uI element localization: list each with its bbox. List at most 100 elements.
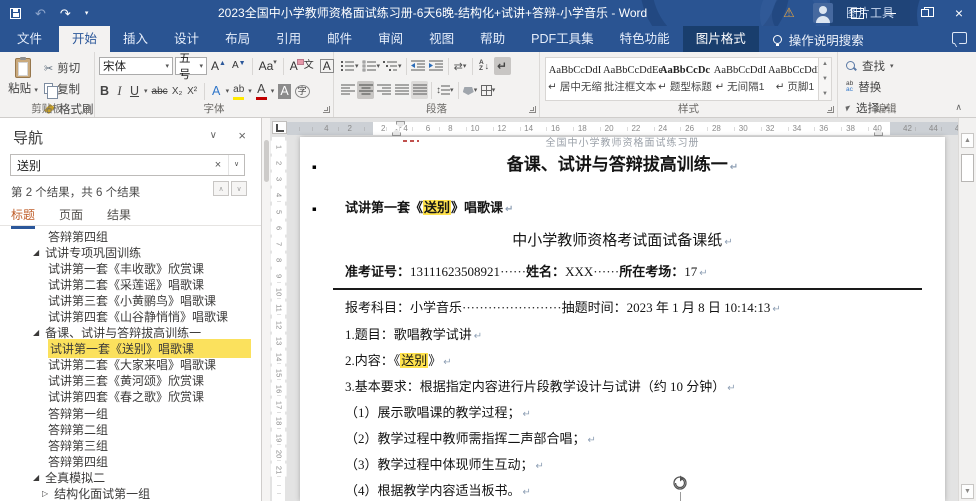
font-name-select[interactable]: 宋体▾ — [99, 57, 173, 75]
ribbon-display-options-button[interactable] — [840, 0, 874, 26]
search-clear-icon[interactable]: × — [208, 159, 228, 171]
style-item[interactable]: AaBbCcDdEe↵ 页脚1 — [768, 60, 822, 98]
nav-item[interactable]: 试讲第四套《山谷静悄悄》唱歌课 — [0, 308, 255, 324]
clear-formatting-button[interactable]: A — [288, 59, 300, 73]
find-dropdown-icon[interactable]: ▾ — [890, 63, 894, 70]
font-color-dropdown-icon[interactable]: ▾ — [271, 88, 275, 95]
rotate-handle-icon[interactable] — [672, 474, 690, 492]
bold-button[interactable]: B — [99, 84, 110, 99]
nav-item[interactable]: 试讲第二套《大家来唱》唱歌课 — [0, 357, 255, 373]
comments-icon[interactable] — [952, 32, 967, 44]
underline-button[interactable]: U — [129, 84, 140, 99]
shading-button[interactable]: ▾ — [462, 81, 479, 99]
tab-2[interactable]: 插入 — [110, 26, 161, 52]
text-effects-dropdown-icon[interactable]: ▾ — [226, 88, 230, 95]
paste-button[interactable]: 粘贴 ▾ — [4, 58, 42, 96]
scroll-up-button[interactable]: ▲ — [961, 133, 974, 148]
bullet-list-dropdown-icon[interactable]: ▾ — [355, 63, 359, 70]
shading-dropdown-icon[interactable]: ▾ — [474, 87, 478, 94]
line-spacing-button[interactable]: ↕▾ — [435, 81, 455, 99]
font-color-button[interactable]: A — [256, 82, 267, 100]
styles-dialog-launcher[interactable] — [827, 106, 834, 113]
nav-pane-scrollbar[interactable] — [262, 118, 270, 501]
numbered-list-button[interactable]: ▾ — [361, 57, 382, 75]
asian-layout-dropdown-icon[interactable]: ▾ — [463, 63, 467, 70]
expand-triangle-icon[interactable]: ▷ — [42, 489, 48, 498]
scroll-down-button[interactable]: ▼ — [961, 484, 974, 499]
grow-font-button[interactable]: A▲ — [209, 59, 228, 73]
cut-button[interactable]: ✂剪切 — [44, 60, 94, 76]
align-right-button[interactable] — [375, 81, 392, 99]
minimize-button[interactable] — [874, 0, 908, 26]
strikethrough-button[interactable]: abc — [152, 84, 168, 99]
nav-item[interactable]: 答辩第二组 — [0, 421, 255, 437]
tab-selector[interactable] — [272, 121, 287, 134]
tab-8[interactable]: 视图 — [416, 26, 467, 52]
nav-item[interactable]: ◢全真模拟二 — [0, 469, 255, 485]
tab-9[interactable]: 帮助 — [467, 26, 518, 52]
align-center-button[interactable] — [357, 81, 374, 99]
save-icon[interactable] — [10, 8, 21, 19]
nav-item[interactable]: 答辩第四组 — [0, 228, 255, 244]
highlight-dropdown-icon[interactable]: ▾ — [248, 88, 252, 95]
tab-11[interactable]: 特色功能 — [607, 26, 683, 52]
nav-item[interactable]: ◢试讲专项巩固训练 — [0, 244, 255, 260]
tell-me[interactable]: 操作说明搜索 — [773, 26, 864, 52]
nav-item[interactable]: 试讲第一套《丰收歌》欣赏课 — [0, 260, 255, 276]
copy-button[interactable]: 复制 — [44, 81, 94, 97]
collapse-triangle-icon[interactable]: ◢ — [33, 473, 39, 482]
borders-button[interactable]: ▾ — [480, 81, 497, 99]
tab-6[interactable]: 邮件 — [314, 26, 365, 52]
vertical-scrollbar[interactable]: ▲ ▼ — [958, 118, 976, 501]
nav-scrollbar-thumb[interactable] — [264, 140, 269, 182]
underline-dropdown-icon[interactable]: ▾ — [144, 88, 148, 95]
superscript-button[interactable]: X² — [187, 84, 198, 99]
borders-dropdown-icon[interactable]: ▾ — [492, 87, 496, 94]
paragraph-dialog-launcher[interactable] — [529, 106, 536, 113]
nav-pane-options-icon[interactable]: ∨ — [210, 130, 217, 141]
distribute-button[interactable] — [411, 81, 428, 99]
font-dialog-launcher[interactable] — [323, 106, 330, 113]
text-effects-button[interactable]: A — [211, 84, 222, 99]
increase-indent-button[interactable] — [428, 57, 445, 75]
qat-customize-icon[interactable]: ▾ — [85, 10, 89, 17]
nav-item[interactable]: 答辩第三组 — [0, 437, 255, 453]
nav-pane-close-icon[interactable]: × — [238, 128, 246, 143]
collapse-triangle-icon[interactable]: ◢ — [33, 328, 39, 337]
close-button[interactable]: × — [942, 0, 976, 26]
document-page[interactable]: 全国中小学教师资格面试练习册 ▪备课、试讲与答辩拔高训练一↵▪试讲第一套《送别》… — [300, 137, 945, 501]
tab-5[interactable]: 引用 — [263, 26, 314, 52]
subscript-button[interactable]: X₂ — [172, 84, 183, 99]
style-item[interactable]: AaBbCcDdI↵ 无间隔1 — [713, 60, 767, 98]
nav-item[interactable]: 试讲第三套《黄河颂》欣赏课 — [0, 373, 255, 389]
character-shading-button[interactable]: A — [278, 84, 290, 99]
tab-active[interactable]: 开始 — [59, 26, 110, 52]
tab-3[interactable]: 设计 — [161, 26, 212, 52]
shrink-font-button[interactable]: A▼ — [230, 59, 248, 73]
style-item[interactable]: AaBbCcDc↵ 题型标题 — [658, 60, 712, 98]
replace-button[interactable]: abac替换 — [846, 79, 894, 95]
styles-more-icon[interactable]: ▼ — [822, 91, 828, 97]
font-name-dropdown-icon[interactable]: ▾ — [165, 63, 169, 70]
multilevel-list-dropdown-icon[interactable]: ▾ — [398, 63, 402, 70]
align-left-button[interactable] — [339, 81, 356, 99]
paste-dropdown-icon[interactable]: ▾ — [34, 87, 38, 94]
nav-search-input[interactable] — [11, 158, 208, 172]
scrollbar-thumb[interactable] — [961, 154, 974, 182]
search-options-dropdown-icon[interactable]: ∨ — [228, 155, 244, 175]
tab-7[interactable]: 审阅 — [365, 26, 416, 52]
next-result-button[interactable]: ∨ — [231, 181, 247, 196]
multilevel-list-button[interactable]: ▾ — [382, 57, 403, 75]
justify-button[interactable] — [393, 81, 410, 99]
tab-4[interactable]: 布局 — [212, 26, 263, 52]
font-size-select[interactable]: 五号▾ — [175, 57, 207, 75]
tab-file[interactable]: 文件 — [0, 26, 59, 52]
decrease-indent-button[interactable] — [410, 57, 427, 75]
nav-item[interactable]: 答辩第一组 — [0, 405, 255, 421]
styles-scroll-up-icon[interactable]: ▲ — [822, 61, 828, 67]
tab-10[interactable]: PDF工具集 — [518, 26, 607, 52]
phonetic-guide-button[interactable]: 文 — [302, 59, 316, 73]
nav-item[interactable]: 试讲第四套《春之歌》欣赏课 — [0, 389, 255, 405]
previous-result-button[interactable]: ∧ — [213, 181, 229, 196]
style-item[interactable]: AaBbCcDdI↵ 居中无缩 — [548, 60, 602, 98]
